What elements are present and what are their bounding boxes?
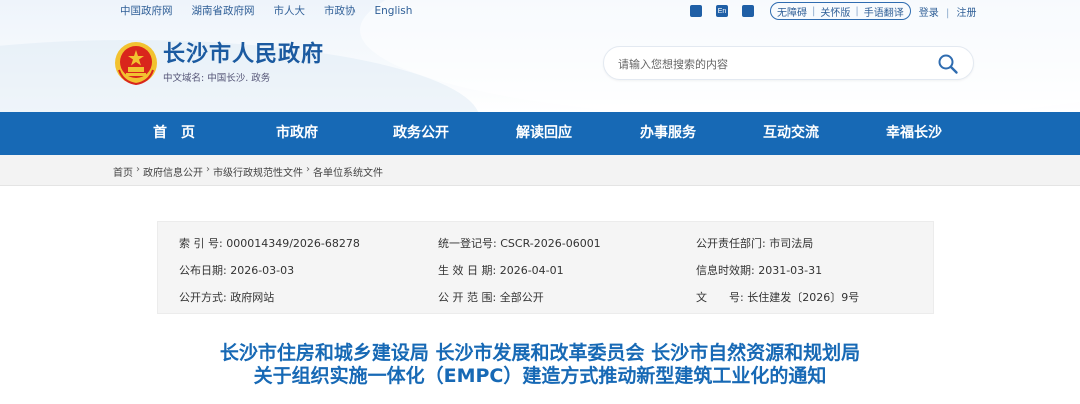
breadcrumb-separator: › (306, 164, 310, 175)
meta-label: 生 效 日 期: (438, 264, 497, 277)
top-link-cppcc[interactable]: 市政协 (324, 4, 356, 18)
breadcrumb-separator: › (206, 164, 210, 175)
wechat-icon[interactable] (742, 5, 754, 17)
english-icon[interactable]: En (716, 5, 728, 17)
login-link[interactable]: 登录 (919, 8, 939, 19)
separator: | (812, 5, 816, 17)
breadcrumb-unit-docs[interactable]: 各单位系统文件 (313, 164, 383, 179)
nav-interaction[interactable]: 互动交流 (763, 112, 819, 155)
meta-value: 全部公开 (499, 291, 544, 304)
top-link-hunan[interactable]: 湖南省政府网 (192, 4, 255, 18)
search-icon[interactable] (937, 53, 959, 75)
nav-home[interactable]: 首 页 (153, 112, 195, 155)
utility-bar: En 无障碍 | 关怀版 | 手语翻译 登录 | 注册 (690, 2, 977, 20)
breadcrumb: 首页 › 政府信息公开 › 市级行政规范性文件 › 各单位系统文件 (113, 164, 383, 179)
national-emblem-icon (115, 42, 157, 86)
document-title-line: 长沙市住房和城乡建设局 长沙市发展和改革委员会 长沙市自然资源和规划局 (219, 342, 861, 364)
nav-services[interactable]: 办事服务 (640, 112, 696, 155)
nav-happy-changsha[interactable]: 幸福长沙 (886, 112, 942, 155)
main-nav: 首 页 市政府 政务公开 解读回应 办事服务 互动交流 幸福长沙 (0, 112, 1080, 155)
meta-index-number: 索 引 号: 000014349/2026-68278 (179, 237, 360, 251)
meta-label: 公布日期: (179, 264, 227, 277)
elderly-mode-link[interactable]: 关怀版 (820, 4, 850, 19)
meta-label: 公开方式: (179, 291, 227, 304)
nav-government-affairs[interactable]: 政务公开 (393, 112, 449, 155)
meta-label: 公开责任部门: (696, 237, 766, 250)
meta-value: 2026-03-03 (230, 264, 295, 277)
document-title-line: 关于组织实施一体化（EMPC）建造方式推动新型建筑工业化的通知 (253, 365, 827, 387)
meta-label: 统一登记号: (438, 237, 497, 250)
site-title: 长沙市人民政府 (163, 42, 325, 67)
top-link-gov-cn[interactable]: 中国政府网 (120, 4, 173, 18)
meta-expiry-date: 信息时效期: 2031-03-31 (696, 264, 822, 278)
meta-label: 索 引 号: (179, 237, 223, 250)
document-title: 长沙市住房和城乡建设局 长沙市发展和改革委员会 长沙市自然资源和规划局 关于组织… (0, 342, 1080, 388)
nav-city-government[interactable]: 市政府 (276, 112, 318, 155)
meta-publish-mode: 公开方式: 政府网站 (179, 291, 274, 305)
account-links: 登录 | 注册 (919, 4, 977, 19)
breadcrumb-info-public[interactable]: 政府信息公开 (143, 164, 203, 179)
meta-value: 政府网站 (230, 291, 275, 304)
document-metadata: 索 引 号: 000014349/2026-68278 统一登记号: CSCR-… (157, 221, 934, 314)
meta-label: 公 开 范 围: (438, 291, 497, 304)
sign-language-link[interactable]: 手语翻译 (864, 4, 904, 19)
nav-interpretation[interactable]: 解读回应 (516, 112, 572, 155)
meta-value: 000014349/2026-68278 (226, 237, 360, 250)
meta-value: 市司法局 (769, 237, 814, 250)
breadcrumb-band: 首页 › 政府信息公开 › 市级行政规范性文件 › 各单位系统文件 (0, 155, 1080, 186)
meta-value: 2026-04-01 (499, 264, 564, 277)
meta-publish-scope: 公 开 范 围: 全部公开 (438, 291, 544, 305)
breadcrumb-separator: › (136, 164, 140, 175)
meta-label: 文 号: (696, 291, 744, 304)
meta-document-number: 文 号: 长住建发〔2026〕9号 (696, 291, 859, 305)
weibo-icon[interactable] (690, 5, 702, 17)
accessibility-pill: 无障碍 | 关怀版 | 手语翻译 (770, 2, 911, 20)
meta-value: CSCR-2026-06001 (500, 237, 601, 250)
meta-department: 公开责任部门: 市司法局 (696, 237, 813, 251)
meta-registration-number: 统一登记号: CSCR-2026-06001 (438, 237, 601, 251)
search-box (603, 46, 974, 80)
separator: | (945, 7, 950, 19)
top-link-english[interactable]: English (375, 4, 413, 18)
site-domain: 中文域名: 中国长沙. 政务 (163, 73, 271, 84)
top-links: 中国政府网 湖南省政府网 市人大 市政协 English (120, 4, 431, 18)
meta-value: 长住建发〔2026〕9号 (747, 291, 860, 304)
breadcrumb-home[interactable]: 首页 (113, 164, 133, 179)
breadcrumb-normative-docs[interactable]: 市级行政规范性文件 (213, 164, 303, 179)
register-link[interactable]: 注册 (957, 8, 977, 19)
accessibility-link[interactable]: 无障碍 (777, 4, 807, 19)
meta-label: 信息时效期: (696, 264, 755, 277)
meta-effective-date: 生 效 日 期: 2026-04-01 (438, 264, 564, 278)
meta-value: 2031-03-31 (758, 264, 823, 277)
search-input[interactable] (618, 55, 918, 73)
meta-publish-date: 公布日期: 2026-03-03 (179, 264, 294, 278)
site-logo[interactable]: 长沙市人民政府 中文域名: 中国长沙. 政务 (113, 40, 324, 86)
top-link-npc[interactable]: 市人大 (274, 4, 306, 18)
separator: | (855, 5, 859, 17)
